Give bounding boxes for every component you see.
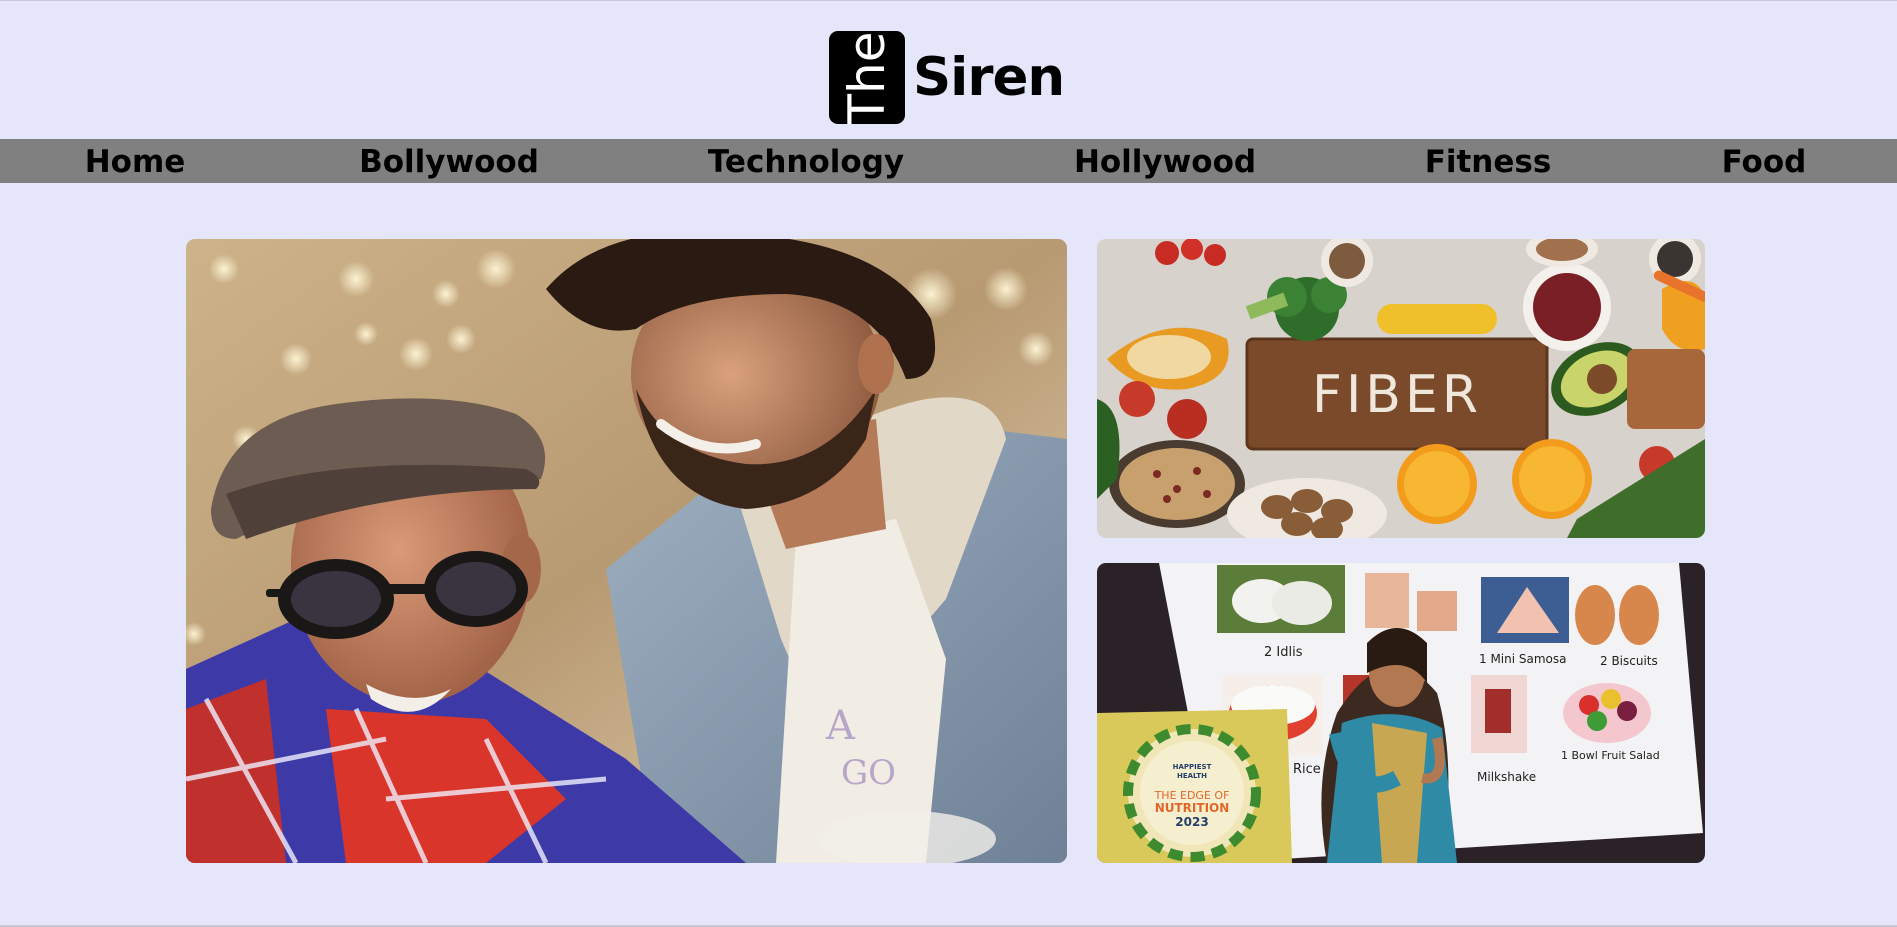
svg-text:GO: GO (841, 753, 896, 793)
site-logo[interactable]: The Siren (829, 30, 1065, 125)
podium-year: 2023 (1175, 815, 1208, 829)
logo-badge: The (829, 31, 905, 124)
slide-label-rice: Rice (1293, 762, 1321, 777)
food-article-image: 2 Idlis 1 Mini Samosa 2 Biscuits Rice Mi… (1097, 563, 1705, 863)
nav-item-food[interactable]: Food (1722, 139, 1807, 183)
slide-label-biscuits: 2 Biscuits (1600, 654, 1658, 668)
logo-badge-text: The (838, 31, 896, 124)
logo-wordmark: Siren (913, 47, 1065, 108)
fiber-board-text: FIBER (1312, 365, 1482, 425)
fitness-article-card[interactable]: FIBER (1097, 239, 1705, 538)
featured-article-card[interactable]: A GO (186, 239, 1067, 863)
svg-text:A: A (825, 703, 856, 749)
slide-label-idlis: 2 Idlis (1264, 645, 1303, 660)
slide-label-milkshake: Milkshake (1477, 770, 1536, 784)
podium-brand-line1: HAPPIEST (1173, 763, 1212, 771)
podium-brand-line2: HEALTH (1177, 772, 1207, 780)
site-header: The Siren (0, 0, 1897, 139)
slide-label-samosa: 1 Mini Samosa (1479, 652, 1567, 666)
nav-item-technology[interactable]: Technology (708, 139, 904, 183)
food-article-card[interactable]: 2 Idlis 1 Mini Samosa 2 Biscuits Rice Mi… (1097, 563, 1705, 863)
nav-item-bollywood[interactable]: Bollywood (359, 139, 539, 183)
nav-item-home[interactable]: Home (85, 139, 186, 183)
main-navigation: Home Bollywood Technology Hollywood Fitn… (0, 139, 1897, 183)
nav-item-fitness[interactable]: Fitness (1425, 139, 1552, 183)
fitness-article-image: FIBER (1097, 239, 1705, 538)
featured-article-image: A GO (186, 239, 1067, 863)
podium-event-line2: NUTRITION (1155, 801, 1230, 815)
nav-item-hollywood[interactable]: Hollywood (1074, 139, 1256, 183)
slide-label-fruit-salad: 1 Bowl Fruit Salad (1561, 749, 1660, 762)
